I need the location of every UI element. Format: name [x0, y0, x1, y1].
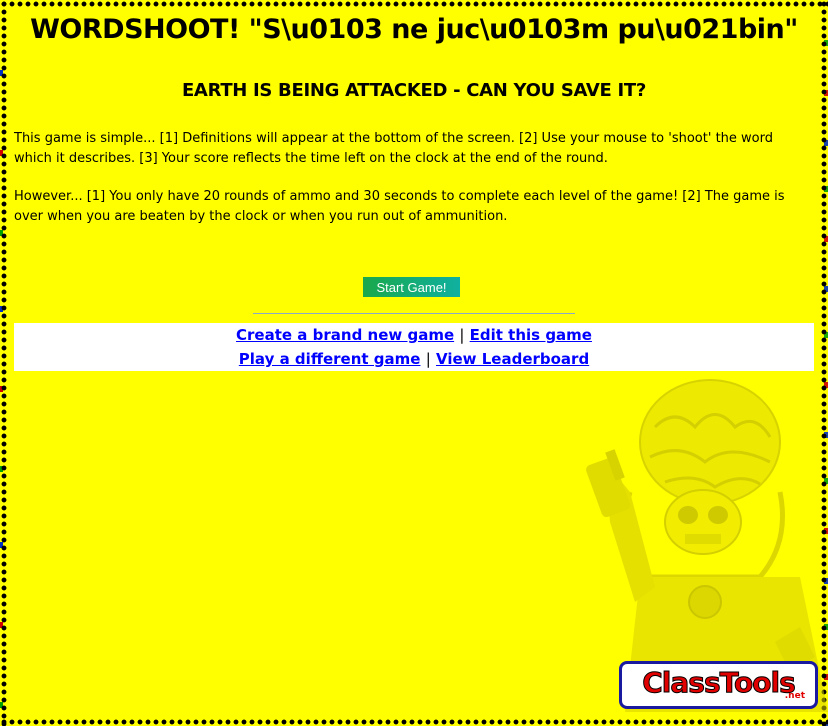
- edit-game-link[interactable]: Edit this game: [470, 326, 592, 344]
- links-row-2: Play a different game | View Leaderboard: [14, 347, 814, 371]
- logo-suffix: .net: [784, 691, 805, 701]
- dotted-border-top: [0, 0, 828, 8]
- link-separator: |: [425, 350, 431, 368]
- create-new-game-link[interactable]: Create a brand new game: [236, 326, 454, 344]
- dotted-border-left: [0, 0, 8, 726]
- instructions-paragraph-1: This game is simple... [1] Definitions w…: [14, 131, 773, 166]
- divider: [253, 313, 575, 314]
- view-leaderboard-link[interactable]: View Leaderboard: [436, 350, 589, 368]
- page-subtitle: EARTH IS BEING ATTACKED - CAN YOU SAVE I…: [181, 80, 647, 101]
- instructions-paragraph-2: However... [1] You only have 20 rounds o…: [14, 189, 785, 224]
- dotted-border-bottom: [0, 718, 828, 726]
- page-title: WORDSHOOT! "S\u0103 ne juc\u0103m pu\u02…: [30, 14, 798, 45]
- links-row-1: Create a brand new game | Edit this game: [14, 323, 814, 347]
- start-game-button[interactable]: Start Game!: [363, 277, 460, 297]
- classtools-logo[interactable]: ClassTools .net: [619, 661, 818, 709]
- play-different-game-link[interactable]: Play a different game: [239, 350, 421, 368]
- links-panel: Create a brand new game | Edit this game…: [14, 323, 814, 371]
- link-separator: |: [459, 326, 465, 344]
